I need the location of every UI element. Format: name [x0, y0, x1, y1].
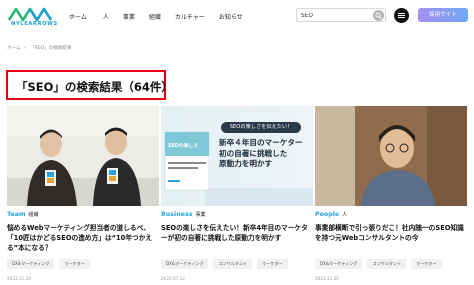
nav-team[interactable]: 組織	[149, 12, 161, 21]
tag[interactable]: マーケター	[257, 259, 288, 269]
article-title[interactable]: SEOの楽しさを伝えたい！新卒4年目のマーケターが初の自著に挑戦した原動力を明か…	[161, 223, 313, 243]
nav-culture[interactable]: カルチャー	[175, 12, 205, 21]
article-date: 2023.11.20	[7, 276, 31, 281]
article-date: 2021.11.20	[315, 276, 339, 281]
recruit-site-button[interactable]: 採用サイト	[418, 8, 468, 22]
search-input[interactable]	[301, 10, 371, 21]
banner-line: 原動力を明かす	[219, 159, 273, 168]
article-tags: DX&マーケティング コンサルタント マーケター	[161, 259, 293, 269]
banner-headline: 新卒４年目のマーケター 初の自著に挑戦した 原動力を明かす	[219, 138, 303, 170]
nav-home[interactable]: ホーム	[69, 12, 87, 21]
article-category: Business 事業	[161, 211, 205, 218]
two-people-photo-icon	[7, 106, 159, 206]
main-nav: ホーム 人 事業 組織 カルチャー お知らせ	[69, 12, 257, 21]
tag[interactable]: マーケター	[59, 259, 90, 269]
tag[interactable]: マーケター	[411, 259, 442, 269]
article-thumbnail[interactable]: SEOの楽しさを伝えたい！ 新卒４年目のマーケター 初の自著に挑戦した 原動力を…	[161, 106, 313, 206]
logo[interactable]: NYLEARROWS	[8, 6, 60, 28]
tag[interactable]: DX&マーケティング	[7, 259, 55, 269]
banner-bubble-text: SEOの楽しさを伝えたい！	[229, 124, 293, 130]
search-box	[296, 8, 386, 22]
article-title[interactable]: 悩めるWebマーケティング担当者の道しるべ、「10匠はかどるSEOの進め方」は“…	[7, 223, 159, 253]
category-label[interactable]: People	[315, 211, 339, 218]
category-label[interactable]: Team	[7, 211, 26, 218]
subcategory-label: 事業	[195, 212, 206, 218]
tag[interactable]: コンサルタント	[367, 259, 407, 269]
menu-line-icon	[398, 17, 405, 18]
menu-line-icon	[398, 13, 405, 14]
subcategory-label: 人	[342, 212, 348, 218]
breadcrumb-home[interactable]: ホーム	[7, 46, 21, 51]
article-tags: DX&マーケティング コンサルタント マーケター	[315, 259, 447, 269]
person-photo-icon	[315, 106, 467, 206]
menu-line-icon	[398, 15, 405, 16]
article-title[interactable]: 事業部横断で引っ張りだこ！社内随一のSEO知識を持つ元Webコンサルタントの今	[315, 223, 467, 243]
nav-business[interactable]: 事業	[123, 12, 135, 21]
banner-line: 新卒４年目のマーケター	[219, 138, 303, 147]
breadcrumb-current: 「SEO」の検索結果	[29, 46, 72, 51]
nav-people[interactable]: 人	[103, 12, 109, 21]
tag[interactable]: コンサルタント	[213, 259, 253, 269]
article-date: 2022.07.12	[161, 276, 185, 281]
breadcrumb: ホーム › 「SEO」の検索結果	[7, 45, 75, 51]
article-category: Team 組織	[7, 211, 39, 218]
category-label[interactable]: Business	[161, 211, 192, 218]
book-cover-text: SEOの楽しさ	[168, 144, 198, 149]
page-title: 「SEO」の検索結果（64件）	[16, 80, 173, 94]
subcategory-label: 組織	[28, 212, 39, 218]
tag[interactable]: DX&マーケティング	[315, 259, 363, 269]
banner-line: 初の自著に挑戦した	[219, 148, 288, 158]
article-thumbnail[interactable]	[315, 106, 467, 206]
search-button[interactable]	[373, 10, 384, 21]
site-header: NYLEARROWS ホーム 人 事業 組織 カルチャー お知らせ 採用サイト	[0, 0, 474, 32]
breadcrumb-separator: ›	[23, 46, 26, 51]
nav-news[interactable]: お知らせ	[219, 12, 243, 21]
tag[interactable]: DX&マーケティング	[161, 259, 209, 269]
logo-arrows-icon	[8, 7, 53, 22]
article-thumbnail[interactable]	[7, 106, 159, 206]
article-tags: DX&マーケティング マーケター	[7, 259, 95, 269]
article-category: People 人	[315, 211, 347, 218]
title-highlight-box: 「SEO」の検索結果（64件）	[6, 70, 173, 100]
hamburger-menu-button[interactable]	[394, 8, 409, 23]
search-icon	[375, 12, 382, 19]
logo-text: NYLEARROWS	[11, 21, 58, 27]
